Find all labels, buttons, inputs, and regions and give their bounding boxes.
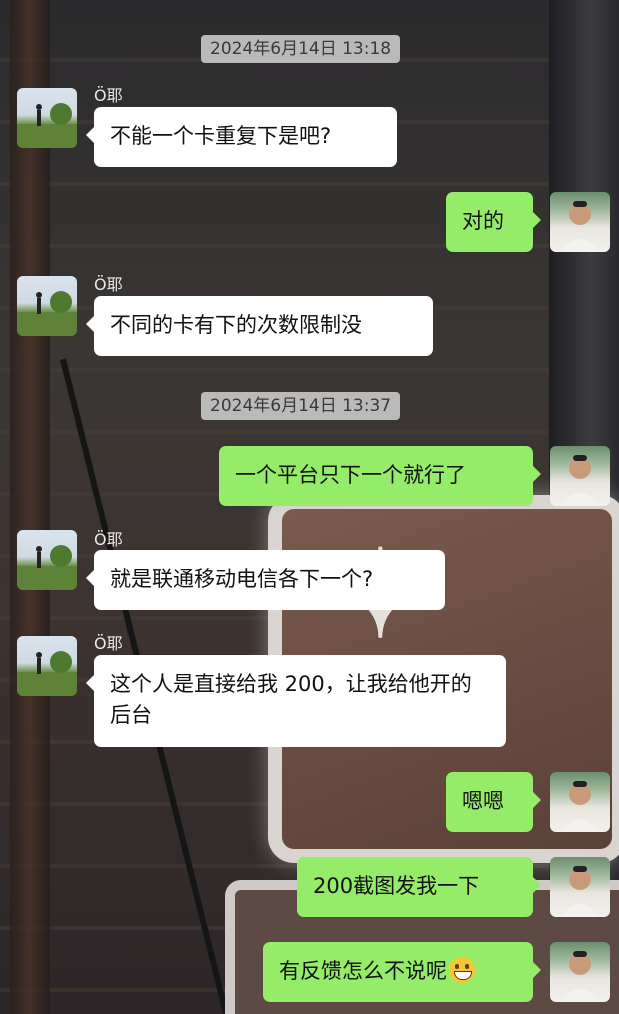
contact-avatar[interactable] <box>17 636 77 696</box>
self-avatar[interactable] <box>550 942 610 1002</box>
background-wooden-pole <box>10 0 50 1014</box>
message-text: 就是联通移动电信各下一个? <box>110 567 374 591</box>
message-bubble-outgoing[interactable]: 嗯嗯 <box>446 772 541 832</box>
message-bubble-outgoing[interactable]: 200截图发我一下 <box>297 857 541 917</box>
self-avatar-portrait-icon <box>560 951 600 1002</box>
timestamp: 2024年6月14日 13:37 <box>201 392 401 420</box>
message-text: 对的 <box>462 209 504 233</box>
contact-avatar-landscape-icon <box>17 291 77 336</box>
contact-avatar[interactable] <box>17 88 77 148</box>
message-bubble-incoming[interactable]: 不同的卡有下的次数限制没 <box>86 296 433 356</box>
sender-name: Ö耶 <box>94 530 123 549</box>
message-text: 嗯嗯 <box>462 789 504 813</box>
chat-window[interactable]: ✦ 2024年6月14日 13:18 Ö耶 不能一个卡重复下是吧? 对的 <box>0 0 619 1014</box>
message-text: 有反馈怎么不说呢 <box>279 959 447 983</box>
message-text: 200截图发我一下 <box>313 874 480 898</box>
message-bubble-outgoing[interactable]: 一个平台只下一个就行了 <box>219 446 541 506</box>
message-bubble-incoming[interactable]: 不能一个卡重复下是吧? <box>86 107 397 167</box>
timestamp: 2024年6月14日 13:18 <box>201 35 401 63</box>
self-avatar-portrait-icon <box>560 781 600 832</box>
sender-name: Ö耶 <box>94 86 123 105</box>
self-avatar[interactable] <box>550 857 610 917</box>
self-avatar[interactable] <box>550 772 610 832</box>
self-avatar-portrait-icon <box>560 201 600 252</box>
message-bubble-outgoing[interactable]: 有反馈怎么不说呢 <box>263 942 541 1002</box>
contact-avatar-landscape-icon <box>17 103 77 148</box>
message-text: 不能一个卡重复下是吧? <box>110 124 332 148</box>
self-avatar-portrait-icon <box>560 866 600 917</box>
contact-avatar-landscape-icon <box>17 651 77 696</box>
grinning-face-emoji-icon <box>449 957 475 983</box>
message-bubble-outgoing[interactable]: 对的 <box>446 192 541 252</box>
sender-name: Ö耶 <box>94 275 123 294</box>
sender-name: Ö耶 <box>94 634 123 653</box>
message-text: 这个人是直接给我 200，让我给他开的后台 <box>110 672 472 727</box>
message-bubble-incoming[interactable]: 就是联通移动电信各下一个? <box>86 550 445 610</box>
message-bubble-incoming[interactable]: 这个人是直接给我 200，让我给他开的后台 <box>86 655 506 747</box>
message-text: 不同的卡有下的次数限制没 <box>110 313 362 337</box>
self-avatar[interactable] <box>550 192 610 252</box>
contact-avatar[interactable] <box>17 530 77 590</box>
contact-avatar[interactable] <box>17 276 77 336</box>
message-text: 一个平台只下一个就行了 <box>235 463 466 487</box>
self-avatar-portrait-icon <box>560 455 600 506</box>
contact-avatar-landscape-icon <box>17 545 77 590</box>
self-avatar[interactable] <box>550 446 610 506</box>
